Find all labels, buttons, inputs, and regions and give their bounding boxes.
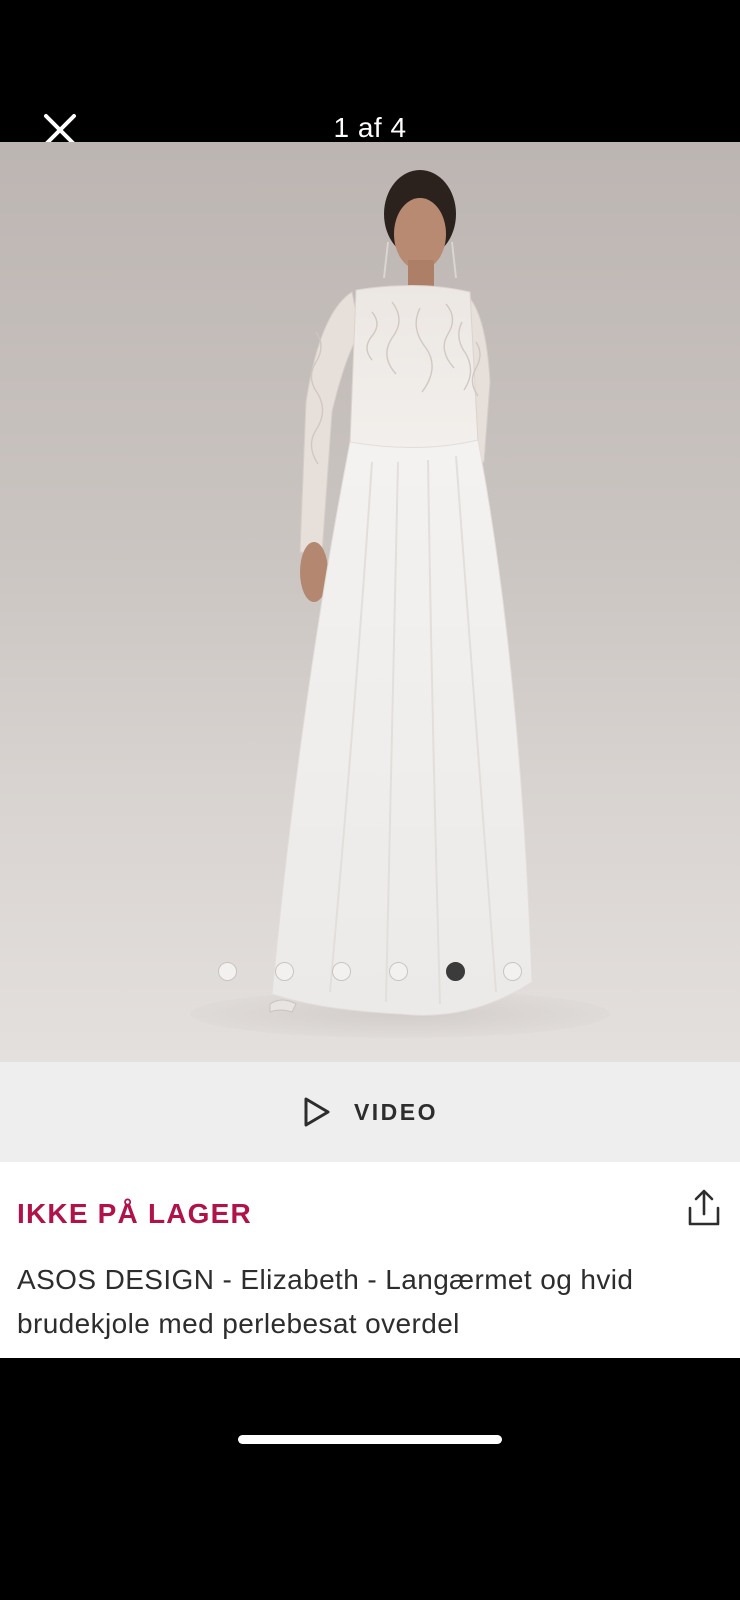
gallery-dots — [0, 962, 740, 988]
home-indicator[interactable] — [238, 1435, 502, 1444]
screen: 1 af 4 VIDEO IKKE PÅ LAGER ASOS DESIGN -… — [0, 0, 740, 1600]
play-icon — [304, 1097, 330, 1127]
viewer-header: 1 af 4 — [0, 0, 740, 146]
share-icon — [688, 1189, 720, 1226]
product-info: IKKE PÅ LAGER ASOS DESIGN - Elizabeth - … — [0, 1162, 740, 1358]
video-button[interactable]: VIDEO — [0, 1062, 740, 1162]
gallery-dot[interactable] — [275, 962, 294, 981]
gallery-dot[interactable] — [389, 962, 408, 981]
gallery-dot[interactable] — [218, 962, 237, 981]
share-button[interactable] — [682, 1186, 726, 1230]
stock-status: IKKE PÅ LAGER — [17, 1198, 252, 1229]
gallery-dot[interactable] — [332, 962, 351, 981]
model-in-dress-illustration — [190, 170, 610, 1038]
gallery-dot[interactable] — [503, 962, 522, 981]
image-counter: 1 af 4 — [333, 112, 407, 143]
video-label: VIDEO — [353, 1098, 439, 1125]
gallery-dot-active[interactable] — [446, 962, 465, 981]
product-title: ASOS DESIGN - Elizabeth - Langærmet og h… — [17, 1264, 634, 1339]
product-photo[interactable] — [0, 142, 740, 1062]
